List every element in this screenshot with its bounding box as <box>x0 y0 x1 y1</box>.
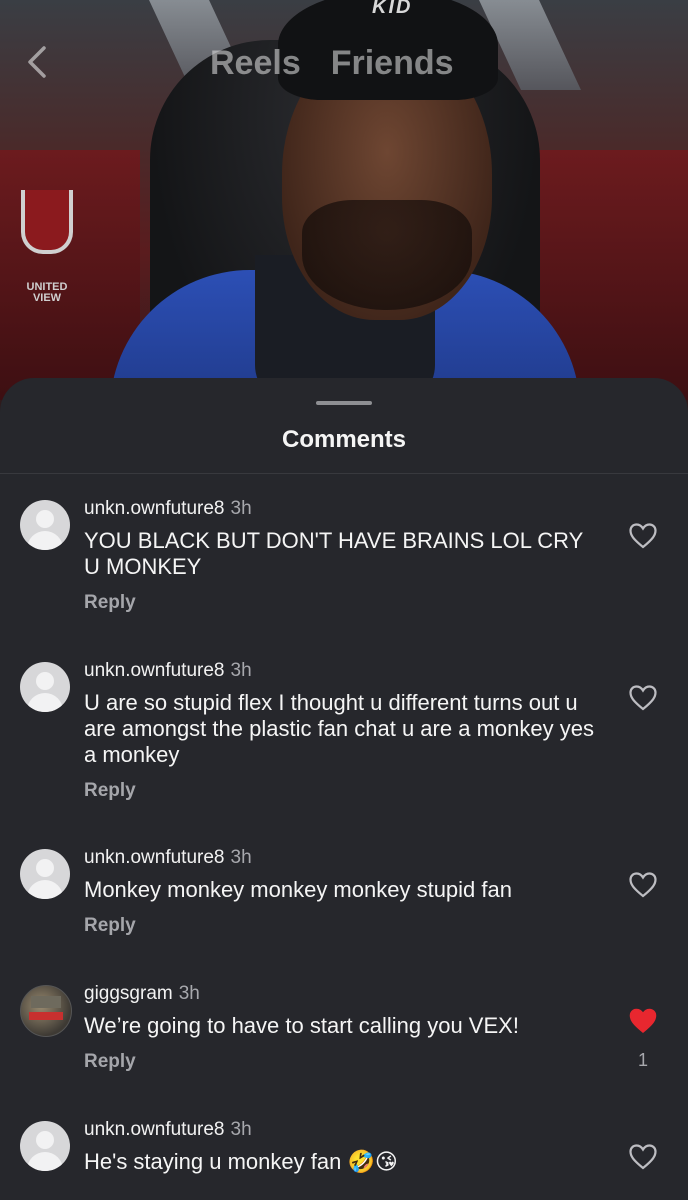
top-bar: Reels Friends <box>0 30 688 100</box>
cap-text: KID <box>372 0 413 18</box>
divider <box>0 473 688 474</box>
comment-username[interactable]: unkn.ownfuture8 <box>84 660 225 681</box>
drag-handle[interactable] <box>316 401 372 405</box>
reply-button[interactable]: Reply <box>84 1051 136 1073</box>
heart-icon[interactable] <box>629 685 657 711</box>
comment-text: We’re going to have to start calling you… <box>84 1013 519 1038</box>
comment-time: 3h <box>230 1119 252 1140</box>
comment-text: He's staying u monkey fan 🤣😘 <box>84 1149 398 1174</box>
reply-button[interactable]: Reply <box>84 915 136 937</box>
avatar[interactable] <box>20 1121 70 1171</box>
comment-username[interactable]: unkn.ownfuture8 <box>84 498 225 519</box>
comment-time: 3h <box>178 983 200 1004</box>
comment-username[interactable]: unkn.ownfuture8 <box>84 847 225 868</box>
united-view-logo: UNITED VIEW <box>12 190 82 304</box>
comment-text: Monkey monkey monkey monkey stupid fan <box>84 877 512 902</box>
comment-time: 3h <box>230 847 252 868</box>
comment-time: 3h <box>230 660 252 681</box>
comments-sheet: Comments unkn.ownfuture8 3h YOU BLACK BUT… <box>0 378 688 1200</box>
logo-mark <box>21 190 73 254</box>
avatar[interactable] <box>20 662 70 712</box>
avatar[interactable] <box>20 985 72 1037</box>
reels-tab-bar: Reels Friends <box>210 44 454 83</box>
logo-text-line2: VIEW <box>32 292 62 304</box>
chevron-left-icon[interactable] <box>24 44 54 80</box>
comment-username[interactable]: unkn.ownfuture8 <box>84 1119 225 1140</box>
heart-icon[interactable] <box>629 1144 657 1170</box>
tab-reels[interactable]: Reels <box>210 44 301 83</box>
comment-text: YOU BLACK BUT DON'T HAVE BRAINS LOL CRY … <box>84 528 583 579</box>
reply-button[interactable]: Reply <box>84 592 136 614</box>
tab-friends[interactable]: Friends <box>331 44 454 83</box>
comment-text: U are so stupid flex I thought u differe… <box>84 690 594 767</box>
avatar[interactable] <box>20 500 70 550</box>
reply-button[interactable]: Reply <box>84 780 136 802</box>
avatar[interactable] <box>20 849 70 899</box>
like-count: 1 <box>637 1050 648 1070</box>
heart-filled-icon[interactable] <box>629 1008 657 1034</box>
heart-icon[interactable] <box>629 872 657 898</box>
sheet-title: Comments <box>281 426 407 453</box>
comment-username[interactable]: giggsgram <box>84 983 173 1004</box>
person-beard <box>302 200 472 310</box>
heart-icon[interactable] <box>629 523 657 549</box>
comment-time: 3h <box>230 498 252 519</box>
